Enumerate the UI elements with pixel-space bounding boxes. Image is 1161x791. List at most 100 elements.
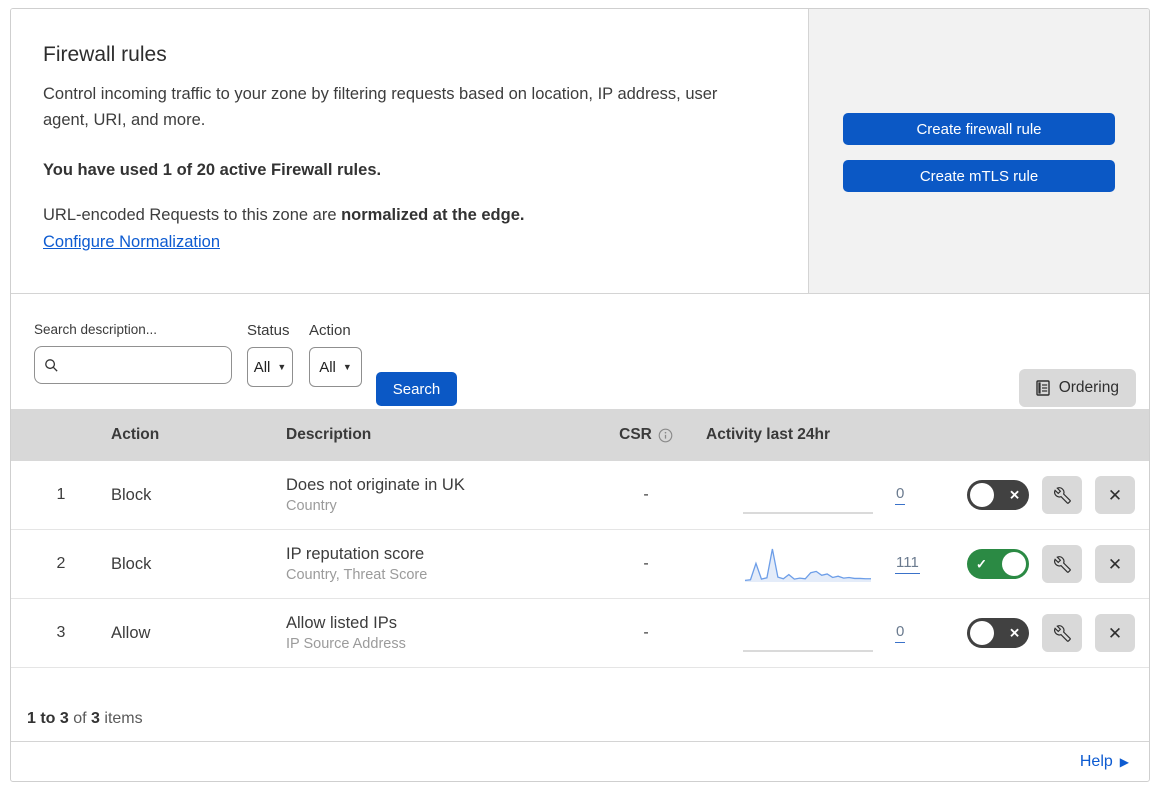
table-row: 1 Block Does not originate in UK Country… <box>11 461 1149 530</box>
column-csr-header: CSR <box>596 426 696 444</box>
firewall-rules-card: Firewall rules Control incoming traffic … <box>10 8 1150 782</box>
rule-controls: ✓ ✕ ✕ <box>959 476 1149 514</box>
page-title: Firewall rules <box>43 43 167 66</box>
action-dropdown-value: All <box>319 358 336 376</box>
filter-bar: Search description... Status All ▼ Actio… <box>11 294 1149 409</box>
ordering-button[interactable]: Ordering <box>1018 369 1136 407</box>
rule-description: Allow listed IPs <box>286 614 397 632</box>
wrench-icon <box>1053 486 1071 504</box>
action-dropdown[interactable]: All ▼ <box>309 347 362 387</box>
normalization-note: URL-encoded Requests to this zone are no… <box>43 206 738 225</box>
wrench-icon <box>1053 555 1071 573</box>
status-label: Status <box>247 322 290 339</box>
search-icon <box>45 358 58 372</box>
table-header: Action Description CSR Activity last 24h… <box>11 409 1149 461</box>
rule-activity-cell: 0 <box>696 473 959 517</box>
filter-spacer <box>457 322 1019 409</box>
ordering-icon <box>1035 380 1050 396</box>
search-input[interactable] <box>65 356 222 374</box>
column-activity-header: Activity last 24hr <box>706 426 831 443</box>
rule-description-cell: Does not originate in UK Country <box>286 476 596 514</box>
rule-action: Allow <box>111 623 151 642</box>
rule-controls: ✓ ✕ ✕ <box>959 614 1149 652</box>
activity-sparkline <box>743 650 873 652</box>
rule-description-cell: IP reputation score Country, Threat Scor… <box>286 545 596 583</box>
csr-header-label: CSR <box>619 426 652 443</box>
action-label: Action <box>309 322 351 339</box>
rule-description-cell: Allow listed IPs IP Source Address <box>286 614 596 652</box>
chevron-down-icon: ▼ <box>342 361 352 372</box>
x-icon: ✕ <box>1107 623 1123 643</box>
items-of: of <box>68 710 92 727</box>
normalization-bold: normalized at the edge. <box>341 205 525 224</box>
page-description: Control incoming traffic to your zone by… <box>43 85 718 130</box>
rule-controls: ✓ ✕ ✕ <box>959 545 1149 583</box>
status-dropdown-value: All <box>253 358 271 376</box>
actions-panel: Create firewall rule Create mTLS rule <box>809 9 1149 293</box>
configure-normalization-link[interactable]: Configure Normalization <box>43 233 220 252</box>
table-row: 3 Allow Allow listed IPs IP Source Addre… <box>11 599 1149 668</box>
rule-csr-value: - <box>643 555 649 572</box>
table-row: 2 Block IP reputation score Country, Thr… <box>11 530 1149 599</box>
rule-activity-cell: 111 <box>696 542 959 586</box>
search-input-wrapper[interactable] <box>34 346 232 384</box>
rule-enabled-toggle[interactable]: ✓ ✕ <box>967 480 1029 510</box>
usage-summary: You have used 1 of 20 active Firewall ru… <box>43 160 382 179</box>
action-filter-column: Action All ▼ <box>293 322 362 409</box>
wrench-icon <box>1053 624 1071 642</box>
rule-fields: Country <box>286 498 337 514</box>
activity-sparkline <box>744 548 871 582</box>
activity-sparkline <box>743 512 873 514</box>
edit-rule-button[interactable] <box>1042 614 1082 652</box>
rule-priority: 1 <box>56 486 66 503</box>
check-icon: ✓ <box>976 556 987 572</box>
rule-fields: IP Source Address <box>286 636 406 652</box>
help-row: Help ▶ <box>11 742 1149 781</box>
create-firewall-rule-button[interactable]: Create firewall rule <box>843 113 1115 145</box>
normalization-prefix: URL-encoded Requests to this zone are <box>43 205 342 224</box>
search-button[interactable]: Search <box>376 372 457 406</box>
column-action-header: Action <box>111 426 160 443</box>
x-icon: ✕ <box>1009 487 1020 503</box>
toggle-knob <box>970 483 994 507</box>
activity-count-link[interactable]: 111 <box>895 554 920 574</box>
delete-rule-button[interactable]: ✕ <box>1095 614 1135 652</box>
items-total: 3 <box>91 710 100 727</box>
header-text-panel: Firewall rules Control incoming traffic … <box>11 9 809 293</box>
help-arrow-icon: ▶ <box>1119 755 1129 769</box>
info-icon[interactable] <box>658 428 673 443</box>
ordering-button-label: Ordering <box>1058 379 1119 396</box>
pagination-summary: 1 to 3 of 3 items <box>11 668 1149 742</box>
help-link[interactable]: Help ▶ <box>1080 753 1129 771</box>
header-section: Firewall rules Control incoming traffic … <box>11 9 1149 294</box>
rule-csr-value: - <box>643 624 649 641</box>
activity-count-link[interactable]: 0 <box>895 623 906 643</box>
status-filter-column: Status All ▼ <box>232 322 293 409</box>
column-description-header: Description <box>286 426 372 443</box>
rule-enabled-toggle[interactable]: ✓ ✕ <box>967 618 1029 648</box>
rule-action: Block <box>111 554 152 573</box>
activity-count-link[interactable]: 0 <box>895 485 906 505</box>
delete-rule-button[interactable]: ✕ <box>1095 545 1135 583</box>
chevron-down-icon: ▼ <box>277 361 287 372</box>
rule-fields: Country, Threat Score <box>286 567 428 583</box>
edit-rule-button[interactable] <box>1042 545 1082 583</box>
search-column: Search description... <box>34 322 232 409</box>
rule-action: Block <box>111 485 152 504</box>
items-range: 1 to 3 <box>27 710 69 727</box>
rule-description: Does not originate in UK <box>286 476 465 494</box>
rule-description: IP reputation score <box>286 545 425 563</box>
toggle-knob <box>970 621 994 645</box>
rule-priority: 2 <box>56 555 66 572</box>
rule-enabled-toggle[interactable]: ✓ ✕ <box>967 549 1029 579</box>
items-word: items <box>99 710 143 727</box>
create-mtls-rule-button[interactable]: Create mTLS rule <box>843 160 1115 192</box>
search-label: Search description... <box>34 322 158 337</box>
rule-csr-value: - <box>643 486 649 503</box>
edit-rule-button[interactable] <box>1042 476 1082 514</box>
delete-rule-button[interactable]: ✕ <box>1095 476 1135 514</box>
toggle-knob <box>1002 552 1026 576</box>
status-dropdown[interactable]: All ▼ <box>247 347 293 387</box>
rule-priority: 3 <box>56 624 66 641</box>
x-icon: ✕ <box>1009 625 1020 641</box>
